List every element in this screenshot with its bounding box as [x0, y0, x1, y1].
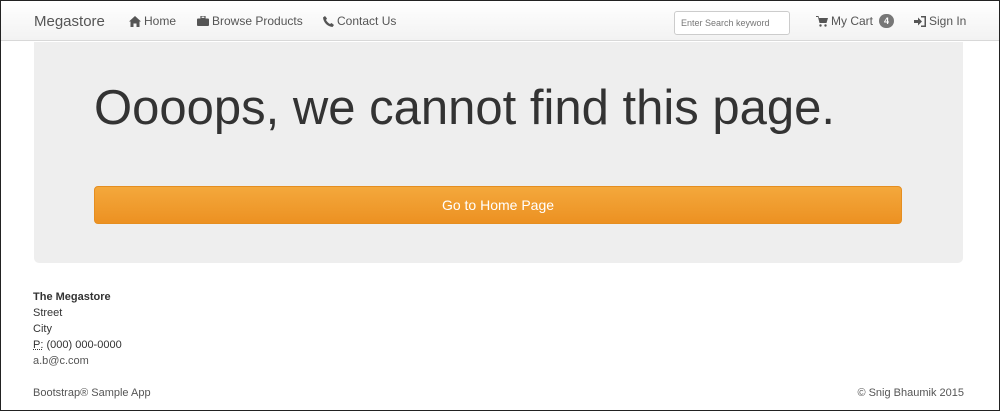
shopping-cart-icon [816, 15, 828, 27]
nav-cart-link[interactable]: My Cart 4 [816, 14, 895, 28]
nav-contact-label: Contact Us [337, 14, 397, 28]
nav-home-label: Home [144, 14, 177, 28]
address-name: The Megastore [33, 291, 111, 303]
navbar: Megastore Home Browse Products Contact U… [1, 1, 999, 41]
jumbotron: Oooops, we cannot find this page. Go to … [34, 42, 963, 263]
address-street: Street [33, 307, 63, 319]
nav-home-link[interactable]: Home [129, 14, 176, 28]
address-phone: (000) 000-0000 [46, 339, 122, 351]
phone-icon [323, 15, 334, 27]
nav-contact-link[interactable]: Contact Us [323, 14, 396, 28]
nav-signin-label: Sign In [929, 14, 967, 28]
address-city: City [33, 323, 52, 335]
brand-link[interactable]: Megastore [34, 13, 105, 30]
nav-signin-link[interactable]: Sign In [914, 14, 966, 28]
page-title: Oooops, we cannot find this page. [94, 81, 835, 135]
nav-browse-link[interactable]: Browse Products [197, 14, 303, 28]
address-block: The Megastore Street City P: (000) 000-0… [33, 289, 122, 369]
address-phone-line: P: (000) 000-0000 [33, 337, 122, 353]
briefcase-icon [197, 16, 209, 26]
nav-browse-label: Browse Products [212, 14, 303, 28]
nav-cart-label: My Cart [831, 14, 873, 28]
address-email: a.b@c.com [33, 355, 89, 367]
phone-abbr: P: [33, 339, 44, 351]
footer-copyright: © Snig Bhaumik 2015 [857, 387, 964, 399]
footer-left-text: Bootstrap® Sample App [33, 387, 151, 399]
search-input[interactable] [674, 11, 790, 35]
log-in-icon [914, 15, 926, 27]
cart-count-badge: 4 [879, 14, 895, 28]
go-home-button[interactable]: Go to Home Page [94, 186, 902, 224]
home-icon [129, 15, 141, 27]
